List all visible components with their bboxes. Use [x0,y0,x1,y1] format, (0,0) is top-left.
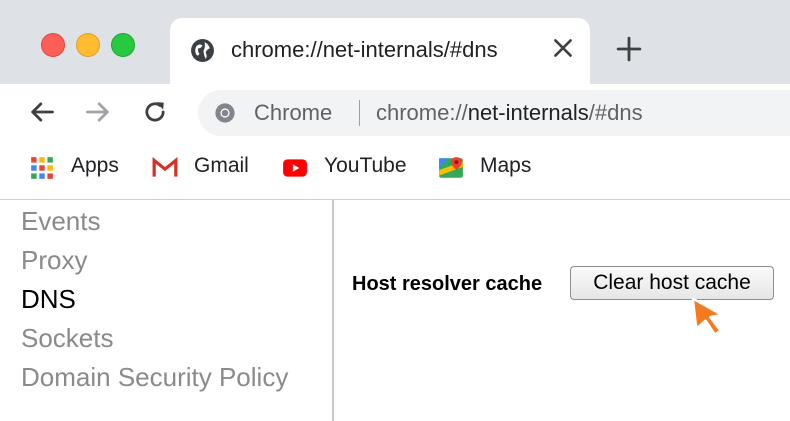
url-scheme: chrome:// [376,100,468,125]
gmail-icon [152,157,178,177]
bookmark-label: Gmail [194,154,249,177]
plus-icon[interactable] [616,36,642,62]
arrow-right-icon[interactable] [84,98,112,126]
sidebar-item-events[interactable]: Events [21,206,101,237]
address-bar[interactable]: Chrome chrome://net-internals/#dns [198,90,790,136]
sidebar-item-dns[interactable]: DNS [21,284,76,315]
sidebar-item-domain-security-policy[interactable]: Domain Security Policy [21,362,288,393]
window-close-button[interactable] [41,33,65,57]
sidebar-item-proxy[interactable]: Proxy [21,245,87,276]
sidebar-divider [332,200,334,421]
url-text: chrome://net-internals/#dns [376,100,643,126]
url-host: net-internals [467,100,589,125]
reload-icon[interactable] [141,98,169,126]
bookmark-label: Apps [71,154,119,177]
globe-icon [191,39,214,62]
host-resolver-label: Host resolver cache [352,273,543,295]
url-path: /#dns [588,100,643,125]
site-label: Chrome [254,100,333,125]
window-minimize-button[interactable] [76,33,100,57]
sidebar-nav: Events Proxy DNS Sockets Domain Security… [0,200,332,421]
bookmark-label: YouTube [324,154,407,177]
sidebar-item-sockets[interactable]: Sockets [21,323,114,354]
cursor-pointer-icon [691,297,723,336]
clear-host-cache-button[interactable]: Clear host cache [570,266,774,300]
omnibox-divider [359,100,360,126]
chrome-icon [215,103,235,123]
tab-strip: chrome://net-internals/#dns [0,0,790,84]
page-content: Events Proxy DNS Sockets Domain Security… [0,200,790,421]
arrow-left-icon[interactable] [28,98,56,126]
bookmark-label: Maps [480,154,532,177]
youtube-icon [283,159,307,177]
bookmarks-bar: Apps Gmail YouTube Maps [0,140,790,198]
browser-toolbar: Chrome chrome://net-internals/#dns [0,84,790,140]
maps-icon [439,157,463,178]
apps-grid-icon [31,157,53,179]
tab-title: chrome://net-internals/#dns [231,37,498,62]
close-icon[interactable] [550,35,576,61]
active-tab[interactable]: chrome://net-internals/#dns [170,18,590,84]
window-maximize-button[interactable] [111,33,135,57]
